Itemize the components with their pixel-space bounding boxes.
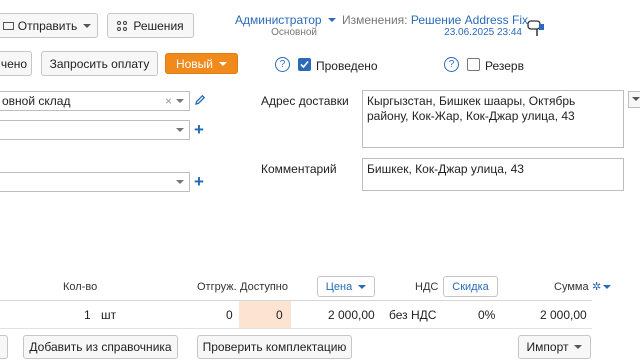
cell-shipped: 0 bbox=[226, 308, 233, 322]
send-button-label: Отправить bbox=[17, 18, 78, 33]
chevron-down-icon bbox=[83, 23, 92, 28]
changes-link[interactable]: Решение Address Fix bbox=[411, 13, 528, 27]
warehouse-select[interactable]: овной склад × bbox=[0, 91, 190, 111]
delivery-address-label: Адрес доставки bbox=[261, 94, 349, 108]
chevron-down-icon[interactable] bbox=[176, 99, 184, 103]
send-button[interactable]: Отправить bbox=[0, 13, 98, 38]
mailbox-icon[interactable] bbox=[527, 17, 545, 37]
price-column-button[interactable]: Цена bbox=[317, 276, 375, 297]
help-icon[interactable]: ? bbox=[444, 57, 459, 72]
chevron-down-icon bbox=[358, 284, 367, 289]
column-header-vat: НДС bbox=[415, 281, 439, 293]
envelope-icon bbox=[2, 21, 14, 30]
add-from-catalog-button[interactable]: Добавить из справочника bbox=[23, 335, 178, 359]
edit-pencil-icon[interactable] bbox=[194, 94, 206, 109]
request-payment-button[interactable]: Запросить оплату bbox=[41, 51, 158, 76]
solutions-button-label: Решения bbox=[133, 18, 184, 33]
solutions-button[interactable]: Решения bbox=[107, 13, 194, 38]
chevron-down-icon bbox=[327, 18, 336, 22]
cell-qty[interactable]: 1 bbox=[84, 308, 91, 322]
cell-unit: шт bbox=[101, 308, 117, 322]
import-button[interactable]: Импорт bbox=[518, 335, 591, 359]
check-kit-label: Проверить комплектацию bbox=[202, 340, 347, 354]
help-icon[interactable]: ? bbox=[275, 57, 290, 72]
user-role: Основной bbox=[271, 27, 317, 38]
check-kit-button[interactable]: Проверить комплектацию bbox=[197, 335, 352, 359]
delivery-expand-button[interactable] bbox=[628, 91, 640, 108]
cell-available: 0 bbox=[276, 308, 283, 322]
delivery-address-field[interactable]: Кыргызстан, Бишкек шаары, Октябрь району… bbox=[362, 90, 624, 148]
chevron-down-icon bbox=[632, 97, 640, 101]
posted-button-label: чено bbox=[0, 56, 28, 71]
grid-icon bbox=[117, 20, 128, 31]
add-icon[interactable]: + bbox=[194, 121, 204, 138]
cell-discount[interactable]: 0% bbox=[478, 308, 495, 322]
clear-icon[interactable]: × bbox=[165, 94, 172, 108]
table-row[interactable]: 1 шт 0 0 2 000,00 без НДС 0% 2 000,00 bbox=[0, 301, 592, 328]
table-row-divider bbox=[0, 328, 592, 329]
import-label: Импорт bbox=[526, 340, 569, 354]
column-header-available: Доступно bbox=[240, 281, 289, 293]
warehouse-value: овной склад bbox=[2, 94, 71, 108]
column-header-sum: Сумма bbox=[554, 281, 589, 293]
status-label: Новый bbox=[175, 56, 214, 71]
posted-label: Проведено bbox=[316, 59, 378, 73]
request-payment-label: Запросить оплату bbox=[49, 56, 150, 71]
changes-prefix: Изменения: bbox=[342, 13, 408, 27]
column-header-price: Цена bbox=[325, 280, 353, 293]
add-icon[interactable]: + bbox=[194, 173, 204, 190]
chevron-down-icon[interactable] bbox=[176, 180, 184, 184]
discount-column-button[interactable]: Скидка bbox=[443, 276, 498, 297]
chevron-down-icon bbox=[219, 61, 228, 66]
select-field-2[interactable] bbox=[0, 120, 190, 140]
reserve-checkbox[interactable] bbox=[467, 58, 480, 71]
column-header-discount: Скидка bbox=[452, 280, 489, 293]
add-from-catalog-label: Добавить из справочника bbox=[29, 340, 172, 354]
checkmark-icon bbox=[300, 60, 309, 69]
reserve-label: Резерв bbox=[485, 59, 524, 73]
posted-checkbox[interactable] bbox=[298, 58, 311, 71]
cell-available-bg: 0 bbox=[239, 301, 291, 328]
posted-button[interactable]: чено bbox=[0, 51, 32, 76]
user-name[interactable]: Администратор bbox=[235, 13, 322, 27]
cell-price[interactable]: 2 000,00 bbox=[328, 308, 375, 322]
cell-vat[interactable]: без НДС bbox=[389, 308, 436, 322]
footer-left-button[interactable] bbox=[0, 335, 8, 359]
select-field-3[interactable] bbox=[0, 172, 190, 192]
status-dropdown[interactable]: Новый bbox=[165, 53, 238, 74]
comment-field[interactable]: Бишкек, Кок-Джар улица, 43 bbox=[362, 158, 624, 191]
changes-date: 23.06.2025 23:44 bbox=[444, 27, 522, 38]
chevron-down-icon[interactable] bbox=[176, 128, 184, 132]
user-menu[interactable]: Администратор Основной bbox=[235, 13, 336, 38]
cell-sum: 2 000,00 bbox=[540, 308, 587, 322]
chevron-down-icon[interactable] bbox=[603, 285, 611, 289]
column-header-shipped: Отгруж. bbox=[197, 281, 237, 293]
chevron-down-icon bbox=[574, 345, 583, 349]
gear-icon[interactable]: ✲ bbox=[592, 280, 601, 293]
column-header-qty: Кол-во bbox=[63, 281, 98, 293]
comment-label: Комментарий bbox=[261, 162, 337, 176]
changes-info: Изменения: Решение Address Fix 23.06.202… bbox=[342, 13, 528, 38]
